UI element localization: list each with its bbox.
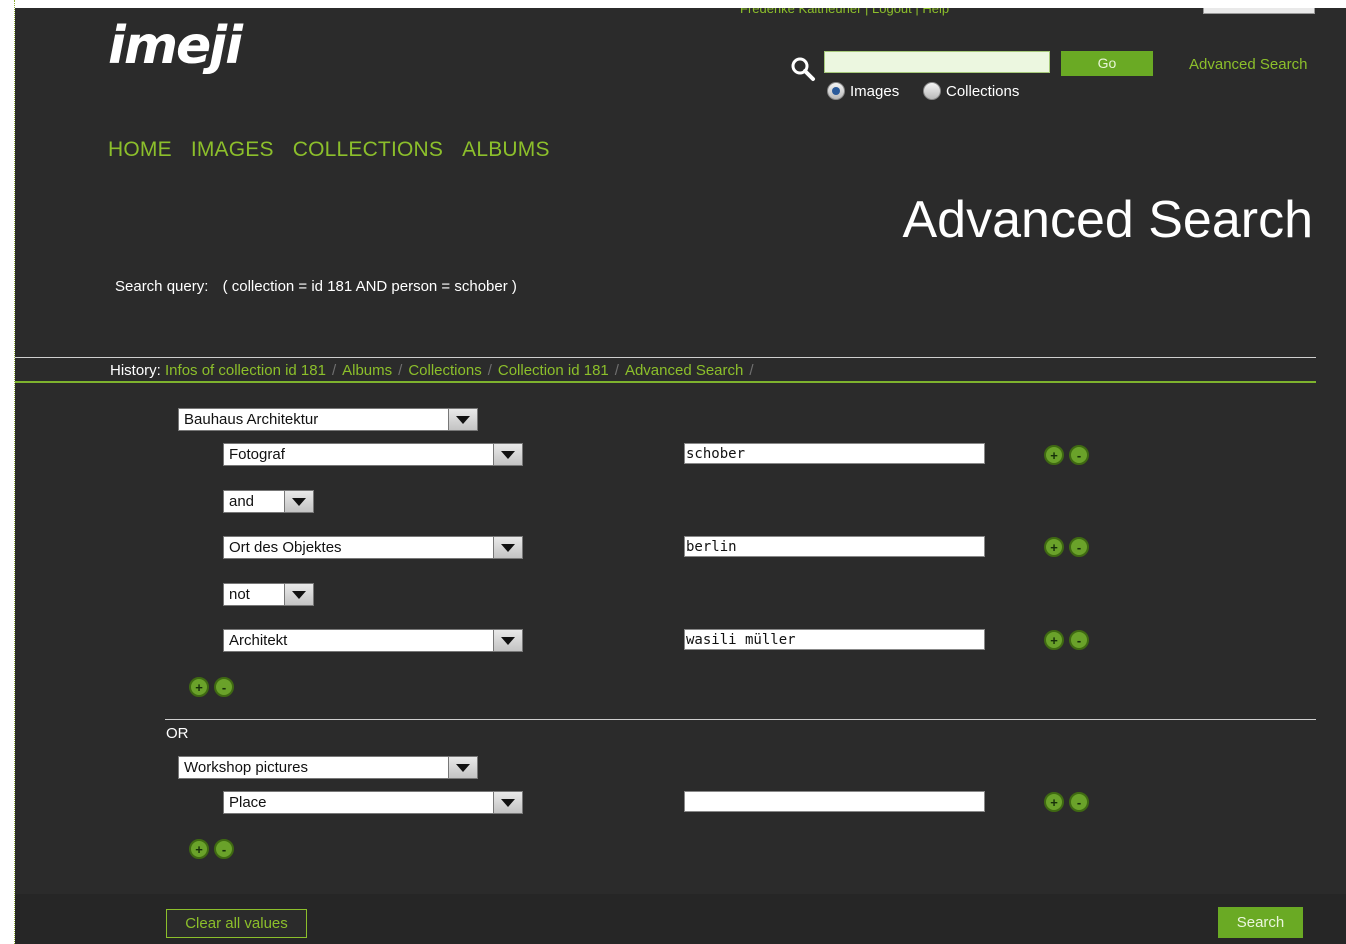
add-icon[interactable]: +: [189, 839, 209, 859]
operator-select-value: not: [229, 586, 250, 603]
add-icon[interactable]: +: [1044, 630, 1064, 650]
remove-icon[interactable]: -: [1069, 445, 1089, 465]
language-select[interactable]: [1203, 8, 1315, 14]
remove-icon[interactable]: -: [1069, 792, 1089, 812]
divider: [15, 357, 1316, 358]
row-actions: + -: [1044, 630, 1089, 650]
chevron-down-icon[interactable]: [284, 491, 313, 512]
radio-selected-icon[interactable]: [827, 82, 845, 100]
field-select-value: Ort des Objektes: [229, 539, 342, 556]
breadcrumb-item[interactable]: Collection id 181: [498, 362, 609, 379]
group-actions: + -: [189, 839, 234, 859]
breadcrumb-item[interactable]: Infos of collection id 181: [165, 362, 326, 379]
add-icon[interactable]: +: [1044, 792, 1064, 812]
collection-select-value: Workshop pictures: [184, 759, 308, 776]
value-input[interactable]: [684, 791, 985, 812]
quick-search-input[interactable]: [824, 51, 1050, 73]
search-query: Search query: ( collection = id 181 AND …: [115, 278, 517, 295]
chevron-down-icon[interactable]: [493, 444, 522, 465]
breadcrumb-item[interactable]: Advanced Search: [625, 362, 743, 379]
collection-select[interactable]: Workshop pictures: [178, 756, 478, 779]
field-select-value: Fotograf: [229, 446, 285, 463]
field-select-value: Architekt: [229, 632, 288, 649]
history-label: History:: [110, 362, 161, 379]
breadcrumb-separator: /: [614, 362, 619, 379]
field-select[interactable]: Fotograf: [223, 443, 523, 466]
remove-icon[interactable]: -: [214, 839, 234, 859]
radio-images[interactable]: Images: [827, 82, 899, 100]
radio-images-label: Images: [850, 82, 900, 100]
nav-albums[interactable]: ALBUMS: [462, 138, 550, 162]
search-button[interactable]: Search: [1218, 907, 1303, 938]
chevron-down-icon[interactable]: [448, 409, 477, 430]
advanced-search-link[interactable]: Advanced Search: [1189, 56, 1307, 73]
divider: [165, 719, 1316, 720]
main-nav: HOME IMAGES COLLECTIONS ALBUMS: [108, 138, 550, 162]
remove-icon[interactable]: -: [1069, 630, 1089, 650]
search-query-value: ( collection = id 181 AND person = schob…: [222, 278, 517, 295]
add-icon[interactable]: +: [1044, 537, 1064, 557]
value-input[interactable]: [684, 536, 985, 557]
chevron-down-icon[interactable]: [493, 537, 522, 558]
search-query-label: Search query:: [115, 278, 209, 295]
remove-icon[interactable]: -: [1069, 537, 1089, 557]
radio-unselected-icon[interactable]: [923, 82, 941, 100]
radio-collections-label: Collections: [946, 82, 1020, 100]
value-input[interactable]: [684, 629, 985, 650]
field-select-value: Place: [229, 794, 267, 811]
or-label: OR: [166, 725, 189, 742]
breadcrumb-item[interactable]: Collections: [408, 362, 481, 379]
nav-home[interactable]: HOME: [108, 138, 172, 162]
page-container: Frederike Kaltheuner | Logout | Help ime…: [15, 8, 1346, 944]
nav-collections[interactable]: COLLECTIONS: [293, 138, 443, 162]
field-select[interactable]: Ort des Objektes: [223, 536, 523, 559]
row-actions: + -: [1044, 792, 1089, 812]
operator-select-value: and: [229, 493, 255, 510]
clear-all-button[interactable]: Clear all values: [166, 909, 307, 938]
row-actions: + -: [1044, 537, 1089, 557]
chevron-down-icon[interactable]: [284, 584, 313, 605]
radio-collections[interactable]: Collections: [923, 82, 1019, 100]
operator-select[interactable]: and: [223, 490, 314, 513]
imeji-logo[interactable]: imeji: [108, 16, 243, 76]
nav-images[interactable]: IMAGES: [191, 138, 274, 162]
field-select[interactable]: Place: [223, 791, 523, 814]
operator-select[interactable]: not: [223, 583, 314, 606]
field-select[interactable]: Architekt: [223, 629, 523, 652]
page-title: Advanced Search: [902, 191, 1314, 249]
search-icon: [791, 57, 815, 81]
group-actions: + -: [189, 677, 234, 697]
chevron-down-icon[interactable]: [493, 630, 522, 651]
remove-icon[interactable]: -: [214, 677, 234, 697]
go-button[interactable]: Go: [1061, 51, 1153, 76]
collection-select-value: Bauhaus Architektur: [184, 411, 319, 428]
breadcrumb: History: Infos of collection id 181 / Albu…: [110, 362, 760, 379]
breadcrumb-separator: /: [398, 362, 403, 379]
add-icon[interactable]: +: [189, 677, 209, 697]
breadcrumb-separator: /: [487, 362, 492, 379]
row-actions: + -: [1044, 445, 1089, 465]
chevron-down-icon[interactable]: [493, 792, 522, 813]
add-icon[interactable]: +: [1044, 445, 1064, 465]
value-input[interactable]: [684, 443, 985, 464]
breadcrumb-separator: /: [331, 362, 337, 379]
breadcrumb-item[interactable]: Albums: [342, 362, 392, 379]
top-user-links[interactable]: Frederike Kaltheuner | Logout | Help: [740, 8, 949, 16]
chevron-down-icon[interactable]: [448, 757, 477, 778]
breadcrumb-separator: /: [749, 362, 754, 379]
collection-select[interactable]: Bauhaus Architektur: [178, 408, 478, 431]
divider: [15, 381, 1316, 383]
